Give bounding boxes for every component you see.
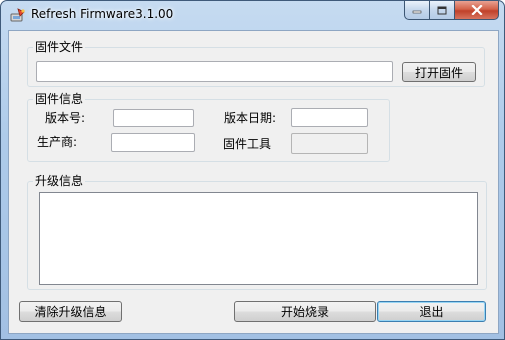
minimize-button[interactable] bbox=[404, 1, 430, 20]
vendor-label: 生产商: bbox=[37, 135, 78, 149]
firmware-tool-label: 固件工具 bbox=[223, 137, 272, 151]
firmware-app-icon bbox=[10, 8, 25, 22]
firmware-path-input[interactable] bbox=[36, 61, 393, 82]
firmware-info-group-label: 固件信息 bbox=[33, 92, 86, 106]
open-firmware-button-label: 打开固件 bbox=[414, 65, 463, 80]
exit-button-label: 退出 bbox=[419, 305, 444, 319]
version-date-label: 版本日期: bbox=[224, 111, 277, 125]
maximize-button[interactable] bbox=[430, 1, 455, 20]
clear-upgrade-info-button-label: 清除升级信息 bbox=[34, 305, 107, 319]
close-button[interactable] bbox=[455, 1, 499, 20]
start-burn-button[interactable]: 开始烧录 bbox=[234, 301, 376, 322]
upgrade-log-box[interactable] bbox=[39, 192, 478, 285]
version-date-field[interactable] bbox=[291, 108, 368, 127]
exit-button[interactable]: 退出 bbox=[377, 301, 486, 322]
start-burn-button-label: 开始烧录 bbox=[280, 305, 329, 319]
firmware-tool-field bbox=[291, 133, 368, 154]
open-firmware-button[interactable]: 打开固件 bbox=[402, 62, 476, 82]
caption-buttons bbox=[404, 1, 499, 20]
version-label: 版本号: bbox=[45, 111, 86, 125]
minimize-icon bbox=[412, 10, 422, 14]
vendor-field[interactable] bbox=[111, 133, 195, 152]
version-field[interactable] bbox=[113, 109, 194, 127]
clear-upgrade-info-button[interactable]: 清除升级信息 bbox=[19, 301, 122, 322]
close-icon bbox=[470, 5, 483, 15]
maximize-icon bbox=[437, 6, 447, 14]
firmware-file-group-label: 固件文件 bbox=[33, 40, 86, 54]
upgrade-info-group-label: 升级信息 bbox=[33, 174, 86, 188]
dialog-client-area: 固件文件 打开固件 固件信息 版本号: 版本日期: 生产商: 固件工具 升级信息… bbox=[8, 30, 499, 334]
window-title: Refresh Firmware3.1.00 bbox=[31, 7, 174, 21]
title-bar[interactable]: Refresh Firmware3.1.00 bbox=[1, 1, 504, 29]
app-window: Refresh Firmware3.1.00 固件文件 打开固件 固件信息 版本… bbox=[0, 0, 505, 340]
